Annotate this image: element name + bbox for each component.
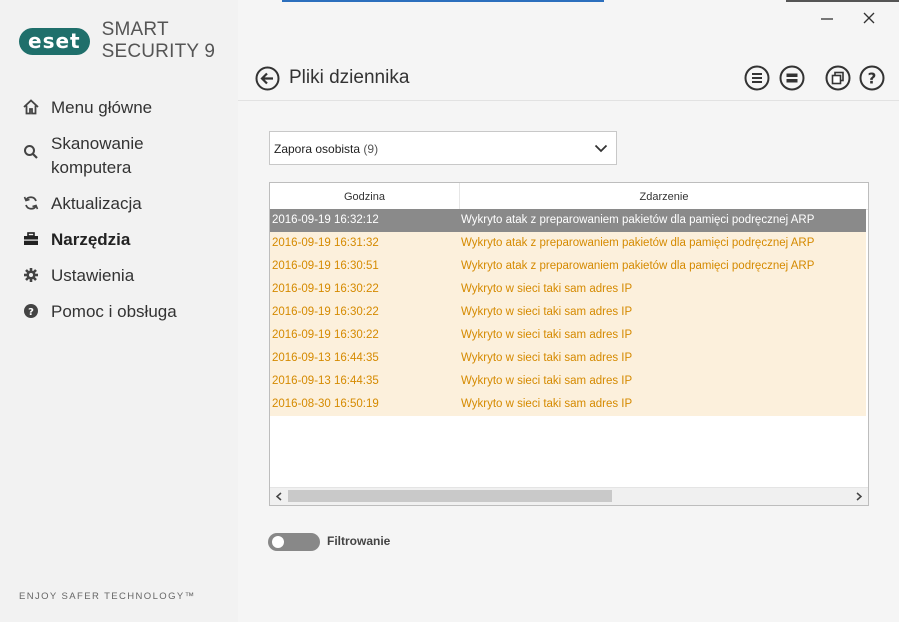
cell-time: 2016-09-13 16:44:35 [272,375,379,387]
sidebar-item-tools[interactable]: Narzędzia [0,228,238,252]
table-row[interactable]: 2016-09-19 16:30:22 Wykryto w sieci taki … [270,278,866,301]
sidebar-item-label: Ustawienia [51,266,135,285]
window-accent-bar [282,0,604,2]
back-button[interactable] [255,66,280,91]
cell-time: 2016-09-19 16:30:22 [272,283,379,295]
eset-logo-badge: eset [19,27,90,55]
product-name: SMART SECURITY 9 [101,19,216,62]
cell-event: Wykryto w sieci taki sam adres IP [461,329,633,341]
table-row[interactable]: 2016-08-30 16:50:19 Wykryto w sieci taki … [270,393,866,416]
sidebar-item-label: Narzędzia [51,230,131,249]
sidebar-item-settings[interactable]: Ustawienia [0,264,238,288]
scrollbar-thumb[interactable] [288,490,612,502]
cell-event: Wykryto w sieci taki sam adres IP [461,283,633,295]
cell-event: Wykryto w sieci taki sam adres IP [461,306,633,318]
cell-time: 2016-09-13 16:44:35 [272,352,379,364]
gear-icon [24,268,38,282]
column-header-event[interactable]: Zdarzenie [460,183,868,209]
minimize-button[interactable] [815,8,839,30]
sidebar-item-update[interactable]: Aktualizacja [0,192,238,216]
table-header: Godzina Zdarzenie [270,183,868,210]
cell-time: 2016-09-19 16:32:12 [272,214,379,226]
sidebar-item-help-support[interactable]: ? Pomoc i obsługa [0,300,238,324]
cell-time: 2016-08-30 16:50:19 [272,398,379,410]
footer-tagline: ENJOY SAFER TECHNOLOGY™ [19,591,196,602]
cell-event: Wykryto w sieci taki sam adres IP [461,352,633,364]
page-title: Pliki dziennika [289,67,410,88]
table-row[interactable]: 2016-09-19 16:32:12 Wykryto atak z prepar… [270,209,866,232]
svg-text:?: ? [868,70,877,88]
log-type-select[interactable]: Zapora osobista (9) [269,131,617,165]
scroll-left-icon[interactable] [273,491,285,502]
cell-time: 2016-09-19 16:30:22 [272,329,379,341]
cell-time: 2016-09-19 16:30:22 [272,306,379,318]
table-row[interactable]: 2016-09-13 16:44:35 Wykryto w sieci taki … [270,347,866,370]
toggle-knob [272,536,284,548]
toolbox-icon [24,232,38,245]
search-icon [24,145,38,159]
chevron-down-icon [594,144,608,153]
table-row[interactable]: 2016-09-13 16:44:35 Wykryto w sieci taki … [270,370,866,393]
app-logo: eset SMART SECURITY 9 [19,19,238,63]
table-body: 2016-09-19 16:32:12 Wykryto atak z prepar… [270,209,866,416]
log-type-value: Zapora osobista [274,142,361,156]
window-accent-bar-right [786,0,899,2]
scroll-right-icon[interactable] [853,491,865,502]
svg-text:?: ? [28,307,34,318]
filtering-toggle[interactable] [268,533,320,551]
column-header-time[interactable]: Godzina [270,183,460,209]
window-copy-icon[interactable] [825,65,851,91]
table-row[interactable]: 2016-09-19 16:30:22 Wykryto w sieci taki … [270,301,866,324]
list-view-icon[interactable] [744,65,770,91]
home-icon [23,99,39,115]
horizontal-scrollbar[interactable] [270,487,868,505]
table-row[interactable]: 2016-09-19 16:30:51 Wykryto atak z prepar… [270,255,866,278]
sidebar: eset SMART SECURITY 9 Menu główne Skanow… [0,0,238,622]
sidebar-item-label: Pomoc i obsługa [51,302,177,321]
sidebar-item-label: Aktualizacja [51,194,142,213]
cell-event: Wykryto w sieci taki sam adres IP [461,398,633,410]
sidebar-item-computer-scan[interactable]: Skanowanie komputera [0,132,238,180]
sidebar-nav: Menu główne Skanowanie komputera Aktuali… [0,96,238,336]
filtering-label: Filtrowanie [327,534,391,548]
table-row[interactable]: 2016-09-19 16:30:22 Wykryto w sieci taki … [270,324,866,347]
refresh-icon [23,196,39,210]
cell-event: Wykryto w sieci taki sam adres IP [461,375,633,387]
cell-time: 2016-09-19 16:31:32 [272,237,379,249]
sidebar-item-label: Skanowanie komputera [51,134,144,177]
log-table[interactable]: Godzina Zdarzenie 2016-09-19 16:32:12 Wyk… [269,182,869,506]
cell-event: Wykryto atak z preparowaniem pakietów dl… [461,237,815,249]
cell-time: 2016-09-19 16:30:51 [272,260,379,272]
cell-event: Wykryto atak z preparowaniem pakietów dl… [461,260,815,272]
table-row[interactable]: 2016-09-19 16:31:32 Wykryto atak z prepar… [270,232,866,255]
sidebar-item-main-menu[interactable]: Menu główne [0,96,238,120]
sidebar-item-label: Menu główne [51,98,153,117]
cell-event: Wykryto atak z preparowaniem pakietów dl… [461,214,815,226]
help-icon: ? [24,304,38,318]
header-divider [238,100,899,101]
log-type-count: (9) [363,142,379,156]
compact-view-icon[interactable] [779,65,805,91]
help-icon[interactable]: ? [859,65,885,91]
close-window-button[interactable] [857,8,881,30]
